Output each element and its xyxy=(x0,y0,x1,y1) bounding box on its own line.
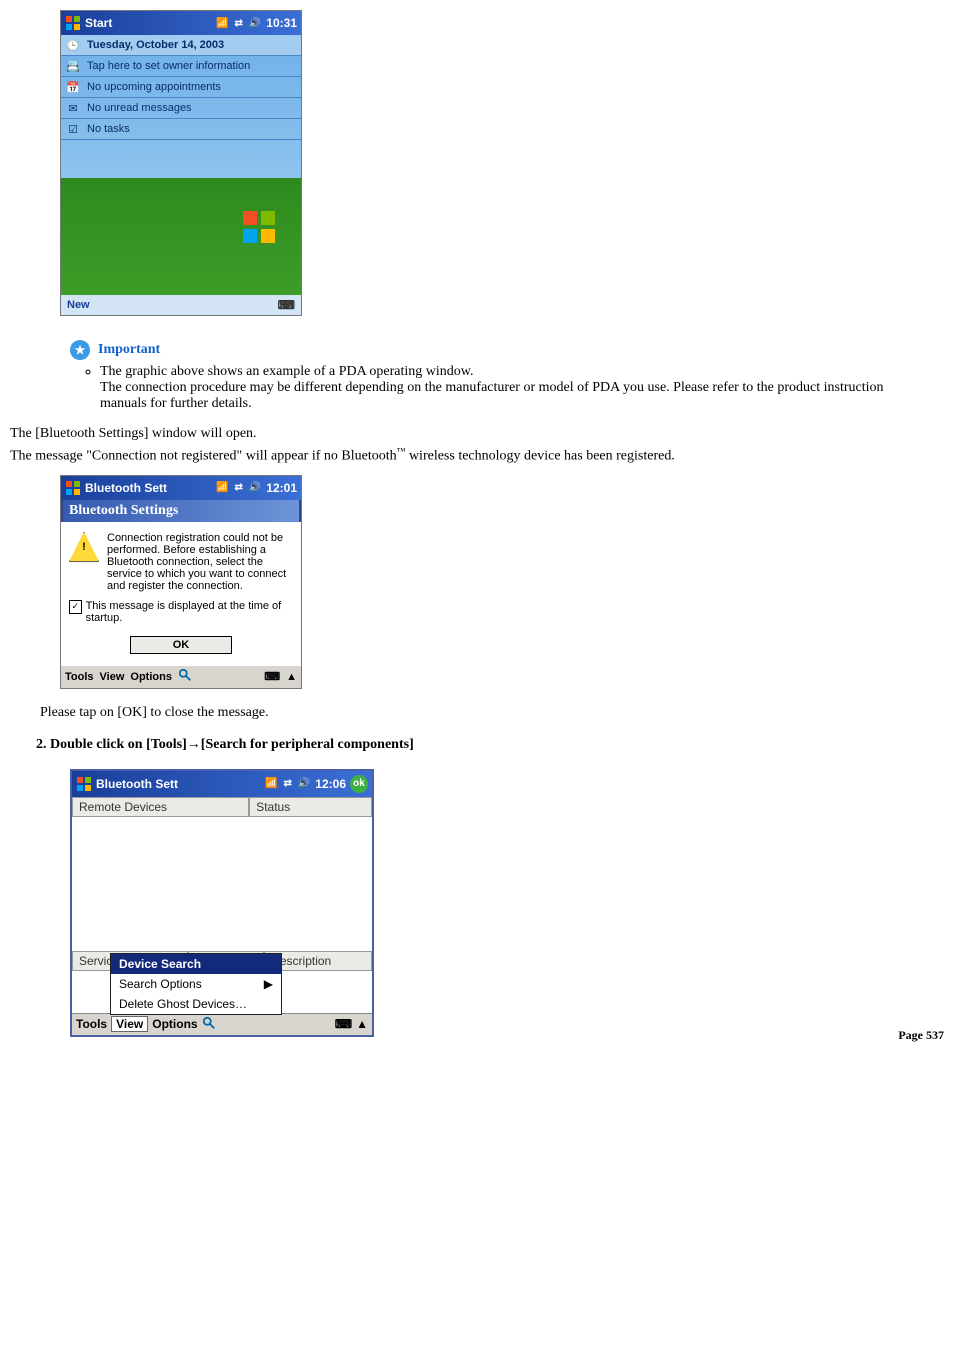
col-remote[interactable]: Remote Devices xyxy=(72,797,249,817)
app-title: Bluetooth Sett xyxy=(96,777,178,791)
speaker-icon: 🔊 xyxy=(249,482,261,493)
date-row: 🕒 Tuesday, October 14, 2003 xyxy=(61,35,301,56)
titlebar: Start 📶 ⇄ 🔊 10:31 xyxy=(61,11,301,35)
important-line1: The graphic above shows an example of a … xyxy=(100,364,474,379)
titlebar: Bluetooth Sett 📶 ⇄ 🔊 12:01 xyxy=(61,476,301,500)
search-options-label: Search Options xyxy=(119,977,202,991)
start-label: Start xyxy=(85,16,112,30)
tap-ok-text: Please tap on [OK] to close the message. xyxy=(40,705,944,721)
menu-view[interactable]: View xyxy=(100,671,125,683)
device-search-label: Device Search xyxy=(119,957,201,971)
menubar: Tools View Options ⌨ ▲ xyxy=(72,1013,372,1035)
important-item: The graphic above shows an example of a … xyxy=(100,364,924,412)
menubar: Tools View Options ⌨ ▲ xyxy=(61,666,301,688)
tools-popup-menu: Device Search Search Options ▶ Delete Gh… xyxy=(110,953,282,1015)
keyboard-icon[interactable]: ⌨ xyxy=(335,1017,352,1031)
zoom-icon[interactable] xyxy=(202,1016,216,1033)
windows-logo-icon xyxy=(241,209,277,245)
owner-row[interactable]: 📇 Tap here to set owner information xyxy=(61,56,301,77)
speaker-icon: 🔊 xyxy=(298,778,310,789)
delete-ghost-label: Delete Ghost Devices… xyxy=(119,997,247,1011)
sync-icon: ⇄ xyxy=(234,18,242,29)
page-number: Page 537 xyxy=(898,1028,944,1043)
menu-tools[interactable]: Tools xyxy=(76,1017,107,1031)
important-heading: ★ Important xyxy=(70,340,944,360)
clock-icon: 🕒 xyxy=(65,37,81,53)
sync-icon: ⇄ xyxy=(234,482,242,493)
keyboard-icon[interactable]: ⌨ xyxy=(264,670,280,683)
windows-flag-icon xyxy=(76,776,92,792)
checkbox-label: This message is displayed at the time of… xyxy=(86,600,293,624)
info-star-icon: ★ xyxy=(70,340,90,360)
msgs-text: No unread messages xyxy=(87,102,192,114)
important-label: Important xyxy=(98,342,160,358)
remote-devices-list[interactable] xyxy=(72,817,372,951)
sync-icon: ⇄ xyxy=(283,778,291,789)
up-arrow-icon[interactable]: ▲ xyxy=(286,671,297,683)
new-link[interactable]: New xyxy=(67,299,90,311)
window-subtitle: Bluetooth Settings xyxy=(61,500,301,522)
tasks-icon: ☑ xyxy=(65,121,81,137)
pda-start-screenshot: Start 📶 ⇄ 🔊 10:31 🕒 Tuesday, October 14,… xyxy=(60,10,302,316)
clock: 12:06 xyxy=(315,777,346,791)
signal-icon: 📶 xyxy=(265,778,277,789)
windows-flag-icon xyxy=(65,15,81,31)
app-title: Bluetooth Sett xyxy=(85,481,167,495)
appts-text: No upcoming appointments xyxy=(87,81,221,93)
appts-row[interactable]: 📅 No upcoming appointments xyxy=(61,77,301,98)
menu-tools[interactable]: Tools xyxy=(65,671,94,683)
tasks-row[interactable]: ☑ No tasks xyxy=(61,119,301,140)
pda-bt-dialog-screenshot: Bluetooth Sett 📶 ⇄ 🔊 12:01 Bluetooth Set… xyxy=(60,475,302,689)
tools-popup-container: Device Search Search Options ▶ Delete Gh… xyxy=(72,1013,372,1035)
step-2: Double click on [Tools]→[Search for peri… xyxy=(50,737,944,753)
col-status[interactable]: Status xyxy=(249,797,372,817)
important-line2: The connection procedure may be differen… xyxy=(100,380,884,411)
dialog-message: Connection registration could not be per… xyxy=(107,532,293,592)
menu-options[interactable]: Options xyxy=(130,671,172,683)
tasks-text: No tasks xyxy=(87,123,130,135)
important-list: The graphic above shows an example of a … xyxy=(10,364,924,412)
ok-badge-icon[interactable]: ok xyxy=(350,775,368,793)
warning-icon: ! xyxy=(69,532,99,562)
sip-icon[interactable]: ⌨ xyxy=(278,298,295,312)
checkbox-icon[interactable]: ✓ xyxy=(69,600,82,614)
signal-icon: 📶 xyxy=(216,18,228,29)
owner-text: Tap here to set owner information xyxy=(87,60,250,72)
today-screen: 🕒 Tuesday, October 14, 2003 📇 Tap here t… xyxy=(61,35,301,295)
menu-search-options[interactable]: Search Options ▶ xyxy=(111,974,281,994)
calendar-icon: 📅 xyxy=(65,79,81,95)
startup-checkbox-row[interactable]: ✓ This message is displayed at the time … xyxy=(61,592,301,632)
clock: 10:31 xyxy=(266,16,297,30)
owner-icon: 📇 xyxy=(65,58,81,74)
submenu-arrow-icon: ▶ xyxy=(264,977,273,991)
steps-list: Double click on [Tools]→[Search for peri… xyxy=(10,737,944,753)
inbox-icon: ✉ xyxy=(65,100,81,116)
msgs-row[interactable]: ✉ No unread messages xyxy=(61,98,301,119)
paragraph-open: The [Bluetooth Settings] window will ope… xyxy=(10,426,944,442)
menu-options[interactable]: Options xyxy=(152,1017,197,1031)
menu-device-search[interactable]: Device Search xyxy=(111,954,281,974)
menu-delete-ghost[interactable]: Delete Ghost Devices… xyxy=(111,994,281,1014)
windows-flag-icon xyxy=(65,480,81,496)
up-arrow-icon[interactable]: ▲ xyxy=(356,1017,368,1031)
speaker-icon: 🔊 xyxy=(249,18,261,29)
titlebar: Bluetooth Sett 📶 ⇄ 🔊 12:06 ok xyxy=(72,771,372,797)
footer-bar: New ⌨ xyxy=(61,295,301,315)
nodevice-a: The message "Connection not registered" … xyxy=(10,449,397,464)
pda-bt-search-screenshot: Bluetooth Sett 📶 ⇄ 🔊 12:06 ok Remote Dev… xyxy=(70,769,374,1037)
menu-view[interactable]: View xyxy=(111,1016,148,1032)
list-header-top: Remote Devices Status xyxy=(72,797,372,817)
dialog-body: ! Connection registration could not be p… xyxy=(61,522,301,592)
nodevice-b: wireless technology device has been regi… xyxy=(405,449,674,464)
zoom-icon[interactable] xyxy=(178,668,196,686)
date-text: Tuesday, October 14, 2003 xyxy=(87,39,224,51)
paragraph-nodevice: The message "Connection not registered" … xyxy=(10,446,944,465)
ok-button[interactable]: OK xyxy=(130,636,232,654)
signal-icon: 📶 xyxy=(216,482,228,493)
clock: 12:01 xyxy=(266,481,297,495)
